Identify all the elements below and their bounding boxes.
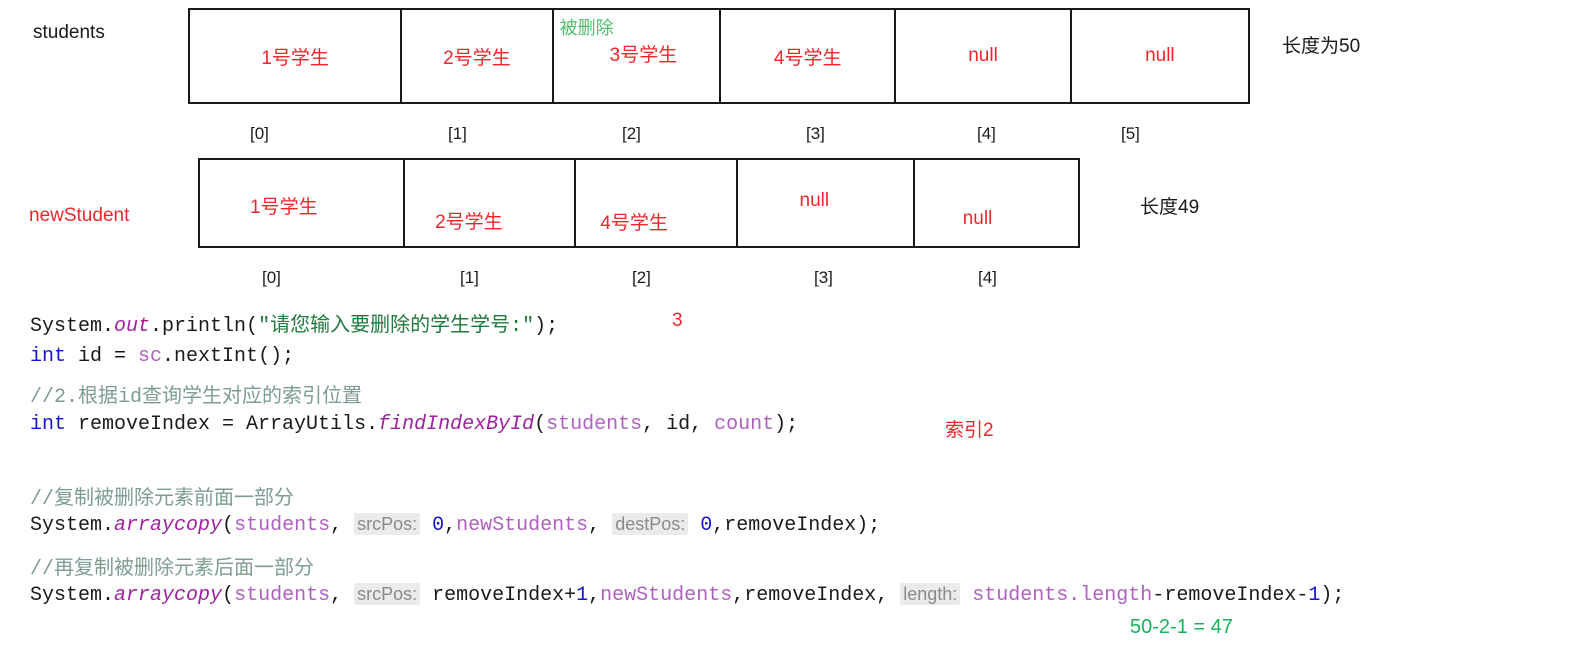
index-label: [5] xyxy=(1121,124,1140,143)
cell-value: 4号学生 xyxy=(773,47,842,69)
array-cell: null xyxy=(896,10,1072,102)
code-token-args: , id, xyxy=(642,413,715,436)
array-cell: 4号学生 xyxy=(721,10,897,102)
array-label-newstudent: newStudent xyxy=(29,205,130,226)
code-token-newstudents: newStudents xyxy=(456,514,589,537)
cell-value: 4号学生 xyxy=(600,213,668,234)
cell-value: 2号学生 xyxy=(443,47,511,69)
code-token-nextint: .nextInt(); xyxy=(162,345,295,368)
code-token-sc: sc xyxy=(138,345,163,368)
cell-value: null xyxy=(799,190,830,211)
code-comment-find-index: //2.根据id查询学生对应的索引位置 xyxy=(30,386,363,409)
annotation-input-value: 3 xyxy=(672,310,683,331)
array-length-students: 长度为50 xyxy=(1282,36,1361,57)
code-token-zero: 0 xyxy=(688,514,713,537)
array-newstudent: 1号学生 2号学生 4号学生 null null xyxy=(198,158,1080,248)
code-line-arraycopy-front: System.arraycopy(students, srcPos: 0,new… xyxy=(30,513,881,537)
code-token-one: 1 xyxy=(576,584,589,607)
index-label: [0] xyxy=(250,124,269,143)
code-token-string: "请您输入要删除的学生学号:" xyxy=(258,315,535,338)
code-token-arraycopy: arraycopy xyxy=(114,584,223,607)
code-line-println: System.out.println("请您输入要删除的学生学号:"); xyxy=(30,308,558,338)
array-cell: 被删除 3号学生 xyxy=(554,10,721,102)
code-token-comma: , xyxy=(330,514,355,537)
index-label: [3] xyxy=(814,268,833,287)
code-token-paren: ( xyxy=(222,584,235,607)
array-cell: null xyxy=(738,160,915,246)
code-line-nextint: int id = sc.nextInt(); xyxy=(30,345,294,368)
code-comment-copy-front: //复制被删除元素前面一部分 xyxy=(30,488,295,511)
code-token-out: out xyxy=(114,315,151,338)
code-token-id: id = xyxy=(66,345,139,368)
array-students: 1号学生 2号学生 被删除 3号学生 4号学生 null null xyxy=(188,8,1250,104)
cell-value: 3号学生 xyxy=(609,45,678,66)
code-token-comma: , xyxy=(330,584,355,607)
cell-value: 2号学生 xyxy=(435,212,503,233)
cell-value: null xyxy=(962,208,993,229)
annotation-index-result: 索引2 xyxy=(945,420,994,441)
code-token-paren: ( xyxy=(534,413,547,436)
code-token-close: ); xyxy=(534,315,559,338)
code-line-arraycopy-back: System.arraycopy(students, srcPos: remov… xyxy=(30,583,1345,607)
code-token-findindexbyid: findIndexById xyxy=(378,413,535,436)
index-label: [1] xyxy=(448,124,467,143)
annotation-length-calc: 50-2-1 = 47 xyxy=(1130,616,1233,638)
code-token-comma: , xyxy=(588,514,613,537)
code-token-assign: removeIndex = ArrayUtils. xyxy=(66,413,379,436)
code-token-one: 1 xyxy=(1308,584,1321,607)
array-cell: 2号学生 xyxy=(405,160,577,246)
code-token-students-length: students.length xyxy=(960,584,1153,607)
code-token-count: count xyxy=(714,413,775,436)
param-hint-srcpos: srcPos: xyxy=(354,583,421,605)
cell-value: 1号学生 xyxy=(261,47,329,69)
param-hint-destpos: destPos: xyxy=(612,513,689,535)
cell-value: 1号学生 xyxy=(250,197,318,218)
code-comment-copy-back: //再复制被删除元素后面一部分 xyxy=(30,558,315,581)
code-token-system: System. xyxy=(30,315,115,338)
code-token-comma: , xyxy=(588,584,601,607)
code-token-expr: removeIndex+ xyxy=(420,584,577,607)
cell-value: null xyxy=(1145,45,1175,66)
code-token-comma: ,removeIndex, xyxy=(732,584,901,607)
code-token-zero: 0 xyxy=(420,514,445,537)
array-cell: null xyxy=(915,160,1078,246)
code-token-students: students xyxy=(234,514,331,537)
code-token-tail: ,removeIndex); xyxy=(712,514,881,537)
code-token-students: students xyxy=(546,413,643,436)
code-token-arraycopy: arraycopy xyxy=(114,514,223,537)
array-cell: 2号学生 xyxy=(402,10,554,102)
array-cell: 1号学生 xyxy=(200,160,406,246)
cell-note-deleted: 被删除 xyxy=(559,18,614,38)
code-token-int: int xyxy=(30,345,67,368)
index-label: [4] xyxy=(978,268,997,287)
code-line-removeindex: int removeIndex = ArrayUtils.findIndexBy… xyxy=(30,413,798,436)
code-token-paren: ( xyxy=(222,514,235,537)
code-token-students: students xyxy=(234,584,331,607)
index-label: [2] xyxy=(622,124,641,143)
array-cell: 4号学生 xyxy=(576,160,738,246)
code-token-close: ); xyxy=(774,413,799,436)
index-label: [1] xyxy=(460,268,479,287)
index-label: [0] xyxy=(262,268,281,287)
index-label: [4] xyxy=(977,124,996,143)
array-length-newstudent: 长度49 xyxy=(1140,197,1200,218)
code-token-close: ); xyxy=(1320,584,1345,607)
array-cell: 1号学生 xyxy=(190,10,403,102)
array-label-students: students xyxy=(33,22,105,43)
index-label: [3] xyxy=(806,124,825,143)
index-label: [2] xyxy=(632,268,651,287)
cell-value: null xyxy=(968,45,998,66)
code-token-system: System. xyxy=(30,584,115,607)
param-hint-srcpos: srcPos: xyxy=(354,513,421,535)
code-token-comma: , xyxy=(444,514,457,537)
code-token-int: int xyxy=(30,413,67,436)
code-token-expr: -removeIndex- xyxy=(1152,584,1309,607)
code-token-newstudents: newStudents xyxy=(600,584,733,607)
array-cell: null xyxy=(1072,10,1248,102)
code-token-println: .println( xyxy=(150,315,259,338)
code-token-system: System. xyxy=(30,514,115,537)
param-hint-length: length: xyxy=(900,583,961,605)
